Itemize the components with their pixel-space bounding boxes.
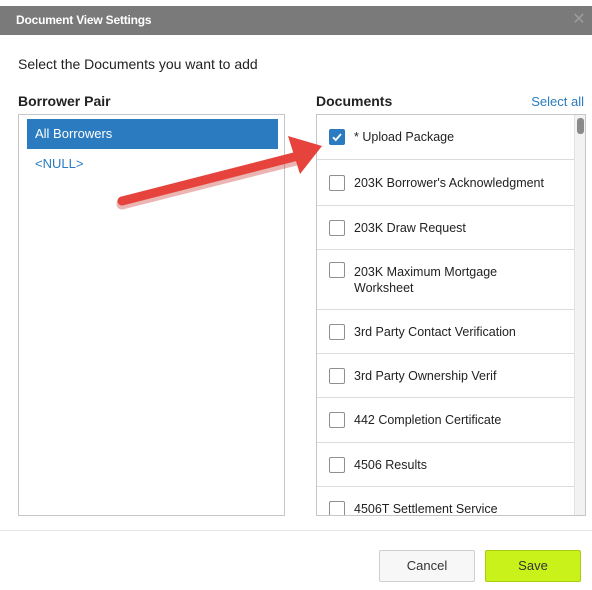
checkbox-icon[interactable] [329,500,345,515]
checkbox-icon[interactable] [329,412,345,428]
document-item[interactable]: 4506T Settlement Service [317,487,574,516]
document-item[interactable]: 3rd Party Contact Verification [317,310,574,354]
document-label: 4506 Results [354,457,427,472]
save-button[interactable]: Save [485,550,581,582]
document-label: 203K Draw Request [354,220,466,235]
document-label: 442 Completion Certificate [354,413,502,427]
document-item[interactable]: 203K Draw Request [317,206,574,250]
document-label: 4506T Settlement Service [354,501,498,516]
borrower-pair-list: All Borrowers <NULL> [18,114,285,516]
document-item[interactable]: 203K Maximum Mortgage Worksheet [317,250,574,310]
borrower-item-all-borrowers[interactable]: All Borrowers [27,119,278,149]
document-item-upload-package[interactable]: * Upload Package [317,115,574,160]
documents-list: * Upload Package 203K Borrower's Acknowl… [316,114,586,516]
footer-divider [0,530,592,531]
documents-heading: Documents [316,93,393,109]
instruction-text: Select the Documents you want to add [18,56,258,72]
select-all-link[interactable]: Select all [531,94,584,109]
checkbox-icon[interactable] [329,262,345,278]
document-label: 203K Borrower's Acknowledgment [354,175,544,190]
document-item[interactable]: 3rd Party Ownership Verif [317,354,574,398]
checkbox-icon[interactable] [329,456,345,473]
close-icon[interactable]: ✕ [570,11,588,29]
document-label: * Upload Package [354,130,455,144]
dialog-title-bar: Document View Settings ✕ [0,6,592,35]
checkbox-checked-icon[interactable] [329,129,345,145]
scrollbar-thumb[interactable] [577,118,584,134]
checkbox-icon[interactable] [329,323,345,340]
checkbox-icon[interactable] [329,174,345,191]
document-item[interactable]: 4506 Results [317,443,574,487]
checkbox-icon[interactable] [329,219,345,236]
borrower-item-null[interactable]: <NULL> [27,149,278,179]
document-item[interactable]: 203K Borrower's Acknowledgment [317,160,574,206]
checkbox-icon[interactable] [329,367,345,384]
documents-scrollbar[interactable] [574,115,585,515]
cancel-button[interactable]: Cancel [379,550,475,582]
document-label: 3rd Party Ownership Verif [354,368,497,383]
borrower-pair-heading: Borrower Pair [18,93,111,109]
document-label: 3rd Party Contact Verification [354,324,516,339]
dialog-title: Document View Settings [16,13,152,27]
document-item[interactable]: 442 Completion Certificate [317,398,574,443]
document-label: 203K Maximum Mortgage Worksheet [354,264,498,295]
